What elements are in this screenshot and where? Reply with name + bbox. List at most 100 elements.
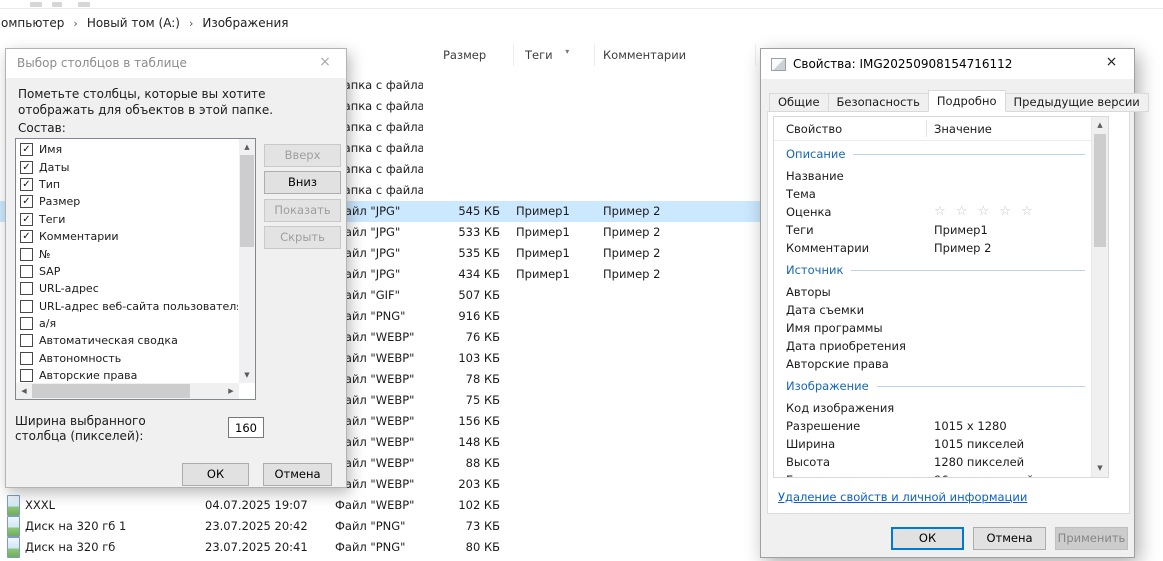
checkbox-icon[interactable]: ✓ — [20, 195, 33, 209]
dialog-title: Выбор столбцов в таблице — [17, 56, 187, 70]
column-checkbox-item[interactable]: Авторские права — [17, 367, 238, 382]
property-row[interactable]: Дата съемки — [774, 301, 1091, 319]
scroll-down-icon[interactable]: ▼ — [239, 367, 255, 383]
property-row[interactable]: Теги Пример1 — [774, 221, 1091, 239]
column-checkbox-item[interactable]: ✓ Тип — [17, 176, 238, 193]
column-checkbox-item[interactable]: ✓ Размер — [17, 193, 238, 210]
checkbox-icon[interactable]: ✓ — [20, 143, 33, 157]
property-row[interactable]: Разрешение 1015 x 1280 — [774, 417, 1091, 435]
breadcrumb-item[interactable]: Новый том (A:) — [87, 16, 180, 30]
remove-properties-link[interactable]: Удаление свойств и личной информации — [778, 490, 1027, 504]
property-row[interactable]: Дата приобретения — [774, 337, 1091, 355]
grid-vertical-scrollbar[interactable]: ▲ ▼ — [1091, 117, 1108, 477]
checkbox-label: Комментарии — [39, 230, 119, 244]
checkbox-icon[interactable] — [20, 351, 33, 365]
checkbox-icon[interactable]: ✓ — [20, 177, 33, 191]
file-type: Файл "PNG" — [335, 309, 406, 323]
property-row[interactable]: Высота 1280 пикселей — [774, 453, 1091, 471]
property-row[interactable]: Авторские права — [774, 355, 1091, 373]
close-icon[interactable]: × — [1089, 49, 1134, 78]
listbox-horizontal-scrollbar[interactable]: ◀ ▶ — [16, 383, 239, 399]
scroll-down-icon[interactable]: ▼ — [1092, 460, 1108, 477]
file-size — [413, 180, 500, 201]
file-type: Файл "PNG" — [335, 519, 406, 533]
breadcrumb-item[interactable]: Изображения — [202, 16, 288, 30]
file-size — [413, 138, 500, 159]
tab-security[interactable]: Безопасность — [827, 93, 929, 112]
rating-stars[interactable]: ☆ ☆ ☆ ☆ ☆ — [934, 203, 1089, 221]
file-tags: Пример1 — [516, 246, 570, 260]
scrollbar-thumb[interactable] — [32, 384, 190, 398]
property-row[interactable]: Имя программы — [774, 319, 1091, 337]
scroll-up-icon[interactable]: ▲ — [239, 139, 255, 155]
file-type: Папка с файлами — [335, 141, 423, 155]
dialog-titlebar[interactable]: Выбор столбцов в таблице × — [6, 49, 346, 78]
property-row[interactable]: Код изображения — [774, 399, 1091, 417]
tab-general[interactable]: Общие — [769, 93, 829, 112]
tab-previous-versions[interactable]: Предыдущие версии — [1004, 93, 1149, 112]
column-checkbox-item[interactable]: ✓ Даты — [17, 158, 238, 175]
width-input[interactable] — [228, 417, 264, 438]
cancel-button[interactable]: Отмена — [973, 527, 1046, 550]
file-row[interactable]: Диск на 320 гб 23.07.2025 20:41 Файл "PN… — [0, 537, 760, 558]
column-checkbox-item[interactable]: URL-адрес веб-сайта пользователя — [17, 298, 238, 315]
close-icon[interactable]: × — [304, 49, 346, 77]
column-header-comments[interactable]: Комментарии — [595, 44, 756, 66]
file-date: 04.07.2025 19:07 — [205, 498, 308, 512]
move-down-button[interactable]: Вниз — [264, 171, 341, 194]
column-checkbox-item[interactable]: № — [17, 245, 238, 262]
checkbox-icon[interactable] — [20, 264, 33, 278]
property-row[interactable]: Тема — [774, 185, 1091, 203]
column-checkbox-item[interactable]: URL-адрес — [17, 280, 238, 297]
property-row[interactable]: Авторы — [774, 283, 1091, 301]
property-label: Дата съемки — [786, 303, 865, 317]
cancel-button[interactable]: Отмена — [263, 463, 332, 486]
property-label: Высота — [786, 455, 831, 469]
ok-button[interactable]: ОК — [182, 463, 249, 486]
column-checkbox-item[interactable]: Автономность — [17, 350, 238, 367]
dialog-titlebar[interactable]: Свойства: IMG20250908154716112 × — [761, 49, 1134, 79]
scroll-right-icon[interactable]: ▶ — [223, 383, 239, 399]
checkbox-icon[interactable] — [20, 317, 33, 331]
photo-icon — [7, 537, 20, 558]
column-header-label: Теги — [525, 48, 553, 62]
file-comments: Пример 2 — [603, 225, 661, 239]
scroll-up-icon[interactable]: ▲ — [1092, 117, 1108, 134]
checkbox-icon[interactable] — [20, 282, 33, 296]
column-header-size[interactable]: Размер — [435, 44, 514, 66]
checkbox-icon[interactable] — [20, 334, 33, 348]
property-row[interactable]: Горизонтальное разреше 96 точек на дюйм — [774, 471, 1091, 477]
checkbox-icon[interactable]: ✓ — [20, 160, 33, 174]
file-row[interactable]: XXXL 04.07.2025 19:07 Файл "WEBP" 102 КБ — [0, 495, 760, 516]
column-checkbox-item[interactable]: ✓ Имя — [17, 141, 238, 158]
checkbox-icon[interactable]: ✓ — [20, 212, 33, 226]
column-checkbox-item[interactable]: Автоматическая сводка — [17, 332, 238, 349]
checkbox-icon[interactable] — [20, 247, 33, 261]
checkbox-icon[interactable] — [20, 369, 33, 382]
file-type: Папка с файлами — [335, 99, 423, 113]
column-checkbox-item[interactable]: SAP — [17, 263, 238, 280]
column-header-tags[interactable]: Теги ▾ — [514, 44, 595, 66]
checkbox-icon[interactable] — [20, 299, 33, 313]
filter-chevron-icon[interactable]: ▾ — [565, 41, 569, 63]
property-row[interactable]: Ширина 1015 пикселей — [774, 435, 1091, 453]
file-row[interactable]: Диск на 320 гб 1 23.07.2025 20:42 Файл "… — [0, 516, 760, 537]
property-row[interactable]: Комментарии Пример 2 — [774, 239, 1091, 257]
tab-details[interactable]: Подробно — [927, 90, 1006, 112]
breadcrumb-item[interactable]: омпьютер — [1, 16, 64, 30]
scrollbar-thumb[interactable] — [1094, 134, 1106, 247]
property-row[interactable]: Оценка ☆ ☆ ☆ ☆ ☆ — [774, 203, 1091, 221]
file-size: 76 КБ — [465, 330, 500, 344]
property-row[interactable]: Название — [774, 167, 1091, 185]
listbox-vertical-scrollbar[interactable]: ▲ ▼ — [239, 139, 255, 383]
checkbox-icon[interactable]: ✓ — [20, 230, 33, 244]
file-name: Диск на 320 гб — [25, 540, 116, 554]
scrollbar-thumb[interactable] — [240, 155, 254, 247]
column-checkbox-item[interactable]: ✓ Теги — [17, 211, 238, 228]
ok-button[interactable]: ОК — [891, 527, 964, 550]
file-size: 148 КБ — [458, 435, 500, 449]
column-checkbox-item[interactable]: ✓ Комментарии — [17, 228, 238, 245]
scroll-left-icon[interactable]: ◀ — [16, 383, 32, 399]
file-comments — [603, 96, 718, 117]
column-checkbox-item[interactable]: а/я — [17, 315, 238, 332]
